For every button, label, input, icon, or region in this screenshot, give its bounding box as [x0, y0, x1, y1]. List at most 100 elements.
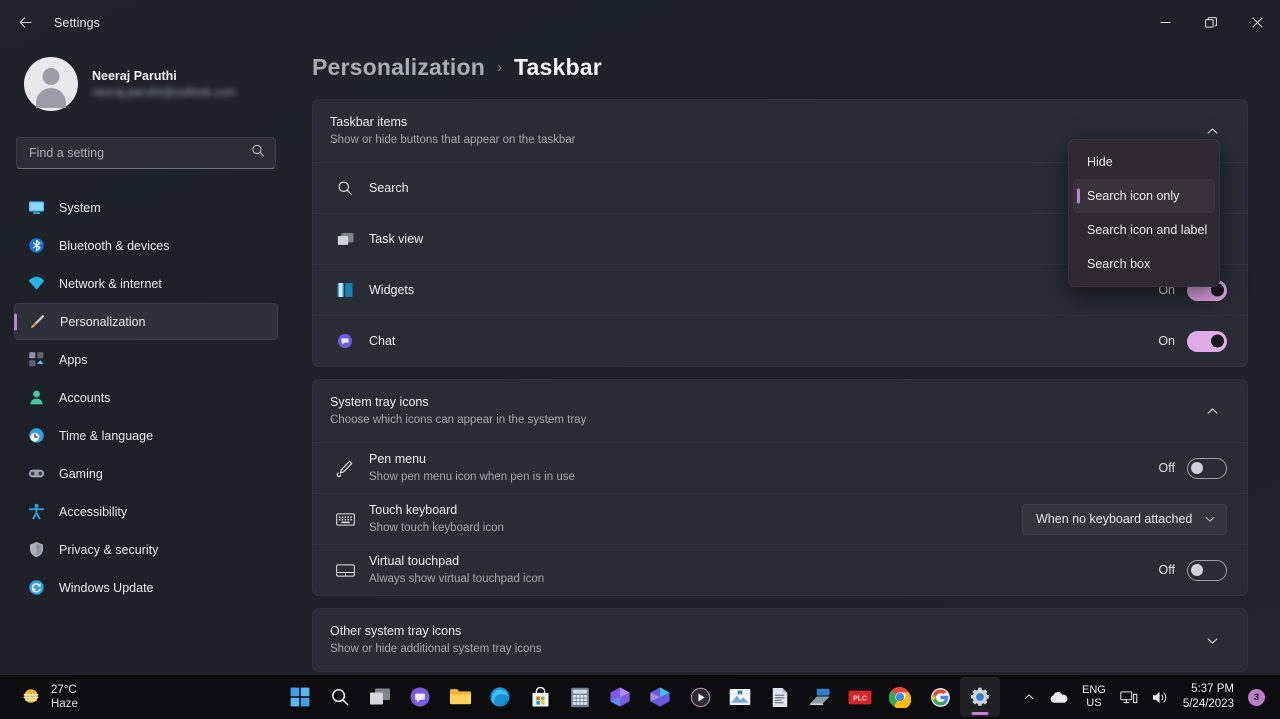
virtual-touchpad-toggle[interactable]: [1187, 560, 1227, 581]
system-tray-header[interactable]: System tray icons Choose which icons can…: [313, 380, 1247, 442]
row-title: Widgets: [369, 282, 1158, 299]
flyout-option-label: Hide: [1087, 155, 1113, 169]
sidebar-item-bluetooth-devices[interactable]: Bluetooth & devices: [14, 227, 278, 264]
sidebar-item-network-internet[interactable]: Network & internet: [14, 265, 278, 302]
search-box[interactable]: [16, 137, 276, 169]
speaker-icon: [1152, 690, 1169, 705]
edge-button[interactable]: [480, 677, 520, 717]
profile-email: neeraj.paruthi@outlook.com: [92, 86, 236, 101]
expand-other-tray-button[interactable]: [1197, 626, 1227, 654]
flyout-option-label: Search box: [1087, 257, 1150, 271]
touch-keyboard-dropdown[interactable]: When no keyboard attached: [1022, 504, 1227, 535]
sidebar-item-label: Personalization: [60, 315, 145, 329]
window-controls: [1142, 0, 1280, 45]
sidebar-nav: System Bluetooth & devices Network: [14, 189, 278, 606]
cloud-icon: [1049, 691, 1068, 704]
task-view-icon: [369, 687, 391, 707]
sidebar-item-personalization[interactable]: Personalization: [14, 303, 278, 340]
sidebar-item-gaming[interactable]: Gaming: [14, 455, 278, 492]
notepad-button[interactable]: [760, 677, 800, 717]
play-icon: [690, 687, 711, 708]
tray-row-touch-keyboard[interactable]: Touch keyboard Show touch keyboard icon …: [313, 493, 1247, 544]
chevron-down-icon: [1204, 513, 1216, 525]
plc-app-button[interactable]: PLC: [840, 677, 880, 717]
task-view-button[interactable]: [360, 677, 400, 717]
sidebar-item-time-language[interactable]: Time & language: [14, 417, 278, 454]
file-explorer-button[interactable]: [440, 677, 480, 717]
search-icon: [330, 687, 350, 707]
flyout-option-search-box[interactable]: Search box: [1073, 247, 1215, 281]
close-button[interactable]: [1234, 0, 1280, 45]
taskbar-row-chat[interactable]: Chat On: [313, 315, 1247, 366]
update-icon: [28, 579, 45, 596]
other-system-tray-icons-card: Other system tray icons Show or hide add…: [312, 608, 1248, 672]
haze-icon: [20, 686, 42, 708]
breadcrumb-parent[interactable]: Personalization: [312, 54, 485, 81]
google-button[interactable]: [920, 677, 960, 717]
sidebar-item-label: Network & internet: [59, 277, 162, 291]
tray-overflow-button[interactable]: [1016, 681, 1042, 713]
snipping-tool-button[interactable]: [800, 677, 840, 717]
office-button[interactable]: [600, 677, 640, 717]
flyout-option-search-icon-only[interactable]: Search icon only: [1073, 179, 1215, 213]
language-indicator[interactable]: ENG US: [1075, 681, 1113, 713]
chevron-up-icon: [1206, 405, 1219, 418]
sidebar-item-privacy-security[interactable]: Privacy & security: [14, 531, 278, 568]
pen-menu-toggle[interactable]: [1187, 458, 1227, 479]
pen-icon: [335, 458, 355, 478]
flyout-option-hide[interactable]: Hide: [1073, 145, 1215, 179]
notifications-button[interactable]: 3: [1241, 681, 1272, 713]
flyout-option-search-icon-and-label[interactable]: Search icon and label: [1073, 213, 1215, 247]
back-button[interactable]: [8, 8, 42, 38]
virtual-touchpad-state-label: Off: [1159, 563, 1175, 577]
chat-button[interactable]: [400, 677, 440, 717]
row-title: Pen menu: [369, 451, 1159, 468]
network-icon: [1120, 690, 1138, 705]
sidebar-item-accounts[interactable]: Accounts: [14, 379, 278, 416]
copilot-button[interactable]: [640, 677, 680, 717]
sidebar-item-accessibility[interactable]: Accessibility: [14, 493, 278, 530]
sidebar-item-apps[interactable]: Apps: [14, 341, 278, 378]
onedrive-button[interactable]: [1042, 681, 1075, 713]
row-desc: Always show virtual touchpad icon: [369, 571, 1159, 587]
calculator-button[interactable]: [560, 677, 600, 717]
gear-icon: [969, 686, 991, 708]
weather-widget[interactable]: 27°C Haze: [12, 680, 86, 714]
minimize-button[interactable]: [1142, 0, 1188, 45]
sidebar-item-system[interactable]: System: [14, 189, 278, 226]
user-profile[interactable]: Neeraj Paruthi neeraj.paruthi@outlook.co…: [24, 57, 278, 111]
start-button[interactable]: [280, 677, 320, 717]
restore-icon: [1205, 17, 1217, 29]
microsoft-store-button[interactable]: [520, 677, 560, 717]
taskbar-date: 5/24/2023: [1183, 697, 1234, 712]
maximize-button[interactable]: [1188, 0, 1234, 45]
search-input[interactable]: [17, 146, 275, 160]
chrome-button[interactable]: [880, 677, 920, 717]
volume-button[interactable]: [1145, 681, 1176, 713]
tray-row-pen-menu[interactable]: Pen menu Show pen menu icon when pen is …: [313, 442, 1247, 493]
settings-button[interactable]: [960, 677, 1000, 717]
chevron-up-icon: [1206, 125, 1219, 138]
row-title: Virtual touchpad: [369, 553, 1159, 570]
windows-logo-icon: [290, 687, 310, 707]
chevron-down-icon: [1206, 634, 1219, 647]
notification-badge: 3: [1248, 689, 1265, 706]
sidebar-item-label: Accounts: [59, 391, 110, 405]
other-tray-header[interactable]: Other system tray icons Show or hide add…: [313, 609, 1247, 671]
chat-toggle[interactable]: [1187, 331, 1227, 352]
pen-menu-state-label: Off: [1159, 461, 1175, 475]
privacy-icon: [28, 541, 45, 558]
clock-button[interactable]: 5:37 PM 5/24/2023: [1176, 681, 1241, 713]
card-title: System tray icons: [330, 394, 586, 411]
tray-row-virtual-touchpad[interactable]: Virtual touchpad Always show virtual tou…: [313, 544, 1247, 595]
network-button[interactable]: [1113, 681, 1145, 713]
accessibility-icon: [28, 503, 45, 520]
search-button[interactable]: [320, 677, 360, 717]
collapse-system-tray-button[interactable]: [1197, 397, 1227, 425]
photos-button[interactable]: [720, 677, 760, 717]
sidebar-item-windows-update[interactable]: Windows Update: [14, 569, 278, 606]
media-player-button[interactable]: [680, 677, 720, 717]
row-title: Chat: [369, 333, 1158, 350]
search-icon: [251, 144, 265, 163]
row-desc: Show pen menu icon when pen is in use: [369, 469, 1159, 485]
